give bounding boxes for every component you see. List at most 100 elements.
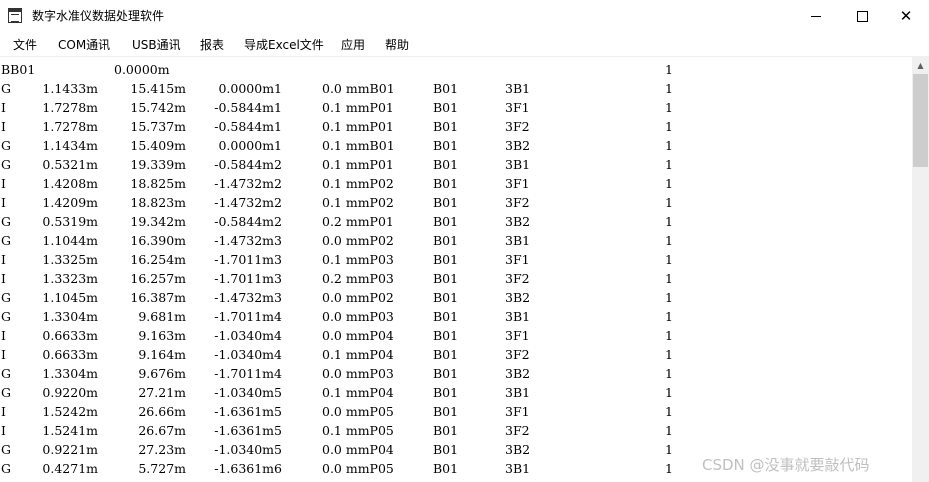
row-code: 3F2: [505, 347, 530, 362]
header-value: 0.0000m: [114, 62, 170, 77]
row-code: 3B2: [505, 290, 531, 305]
row-line: B01: [433, 423, 459, 438]
row-reading: 1.3304m: [42, 366, 98, 381]
row-line: B01: [433, 138, 459, 153]
row-reading: 0.9220m: [42, 385, 98, 400]
table-row: G 0.5321m 19.339m -0.5844m2 0.1 mmP01 B01 3B1 1: [0, 155, 912, 174]
row-flag: 1: [665, 195, 673, 210]
row-distance: 16.257m: [130, 271, 186, 286]
maximize-icon: [856, 10, 868, 22]
row-height: -1.6361m5: [214, 404, 282, 419]
row-reading: 0.6633m: [42, 328, 98, 343]
row-reading: 0.5321m: [42, 157, 98, 172]
row-distance: 16.254m: [130, 252, 186, 267]
row-diff: 0.0 mmP05: [322, 404, 394, 419]
row-distance: 15.742m: [130, 100, 186, 115]
menu-com[interactable]: COM通讯: [58, 36, 110, 53]
row-height: -1.4732m3: [214, 290, 282, 305]
row-code: 3B1: [505, 233, 531, 248]
row-flag: 1: [665, 461, 673, 476]
close-icon: ✕: [899, 7, 913, 25]
row-distance: 16.387m: [130, 290, 186, 305]
row-reading: 0.9221m: [42, 442, 98, 457]
menu-help[interactable]: 帮助: [385, 36, 409, 53]
minimize-button[interactable]: [793, 0, 839, 32]
table-row: I 1.4208m 18.825m -1.4732m2 0.1 mmP02 B01 3F1 1: [0, 174, 912, 193]
table-row: G 1.3304m 9.676m -1.7011m4 0.0 mmP03 B01 3B2 1: [0, 364, 912, 383]
row-flag: 1: [665, 290, 673, 305]
row-height: -1.7011m3: [214, 252, 282, 267]
row-reading: 1.3323m: [42, 271, 98, 286]
row-height: -0.5844m1: [214, 119, 282, 134]
row-reading: 0.6633m: [42, 347, 98, 362]
row-reading: 1.3325m: [42, 252, 98, 267]
row-height: -1.0340m5: [214, 442, 282, 457]
row-type: I: [1, 347, 6, 362]
row-diff: 0.0 mmP03: [322, 309, 394, 324]
row-diff: 0.0 mmP02: [322, 290, 394, 305]
row-line: B01: [433, 176, 459, 191]
row-type: I: [1, 252, 6, 267]
table-row: I 1.3323m 16.257m -1.7011m3 0.2 mmP03 B01 3F2 1: [0, 269, 912, 288]
row-line: B01: [433, 271, 459, 286]
menu-export-excel[interactable]: 导成Excel文件: [244, 36, 324, 53]
row-height: -1.0340m4: [214, 328, 282, 343]
row-line: B01: [433, 100, 459, 115]
row-line: B01: [433, 442, 459, 457]
row-flag: 1: [665, 252, 673, 267]
row-diff: 0.0 mmP03: [322, 366, 394, 381]
row-reading: 1.3304m: [42, 309, 98, 324]
row-distance: 19.339m: [130, 157, 186, 172]
close-button[interactable]: ✕: [883, 0, 929, 32]
row-reading: 0.4271m: [42, 461, 98, 476]
row-distance: 9.164m: [138, 347, 186, 362]
row-line: B01: [433, 404, 459, 419]
row-type: I: [1, 328, 6, 343]
menu-apply[interactable]: 应用: [341, 36, 365, 53]
maximize-button[interactable]: [839, 0, 885, 32]
row-code: 3F1: [505, 404, 530, 419]
row-flag: 1: [665, 385, 673, 400]
scroll-thumb[interactable]: [913, 74, 928, 167]
vertical-scrollbar[interactable]: ▲: [912, 57, 929, 482]
row-reading: 1.1434m: [42, 138, 98, 153]
row-flag: 1: [665, 214, 673, 229]
menu-usb[interactable]: USB通讯: [132, 36, 181, 53]
row-code: 3B1: [505, 157, 531, 172]
row-distance: 18.825m: [130, 176, 186, 191]
row-diff: 0.1 mmP01: [322, 157, 394, 172]
row-code: 3B1: [505, 385, 531, 400]
watermark: CSDN @没事就要敲代码: [702, 456, 870, 474]
row-line: B01: [433, 290, 459, 305]
row-reading: 1.4209m: [42, 195, 98, 210]
row-line: B01: [433, 214, 459, 229]
row-diff: 0.2 mmP03: [322, 271, 394, 286]
row-diff: 0.1 mmP01: [322, 119, 394, 134]
menu-report[interactable]: 报表: [200, 36, 224, 53]
row-reading: 1.1433m: [42, 81, 98, 96]
row-type: G: [1, 290, 11, 305]
row-type: G: [1, 157, 11, 172]
row-height: 0.0000m1: [218, 138, 282, 153]
row-code: 3B2: [505, 442, 531, 457]
row-type: G: [1, 366, 11, 381]
row-code: 3B1: [505, 81, 531, 96]
row-code: 3F2: [505, 271, 530, 286]
row-code: 3F1: [505, 328, 530, 343]
data-text-area[interactable]: BB01 0.0000m 1 G 1.1433m 15.415m 0.0000m1 0.…: [0, 57, 912, 482]
row-reading: 1.1044m: [42, 233, 98, 248]
row-flag: 1: [665, 328, 673, 343]
row-type: G: [1, 442, 11, 457]
row-height: -1.6361m5: [214, 423, 282, 438]
row-diff: 0.1 mmP02: [322, 176, 394, 191]
row-distance: 18.823m: [130, 195, 186, 210]
row-height: -1.4732m3: [214, 233, 282, 248]
row-line: B01: [433, 309, 459, 324]
scroll-up-icon[interactable]: ▲: [912, 57, 929, 74]
menu-file[interactable]: 文件: [13, 36, 37, 53]
row-distance: 9.676m: [138, 366, 186, 381]
row-reading: 1.7278m: [42, 100, 98, 115]
row-type: I: [1, 195, 6, 210]
table-row: G 0.9220m 27.21m -1.0340m5 0.1 mmP04 B01 3B1 1: [0, 383, 912, 402]
row-code: 3F2: [505, 423, 530, 438]
